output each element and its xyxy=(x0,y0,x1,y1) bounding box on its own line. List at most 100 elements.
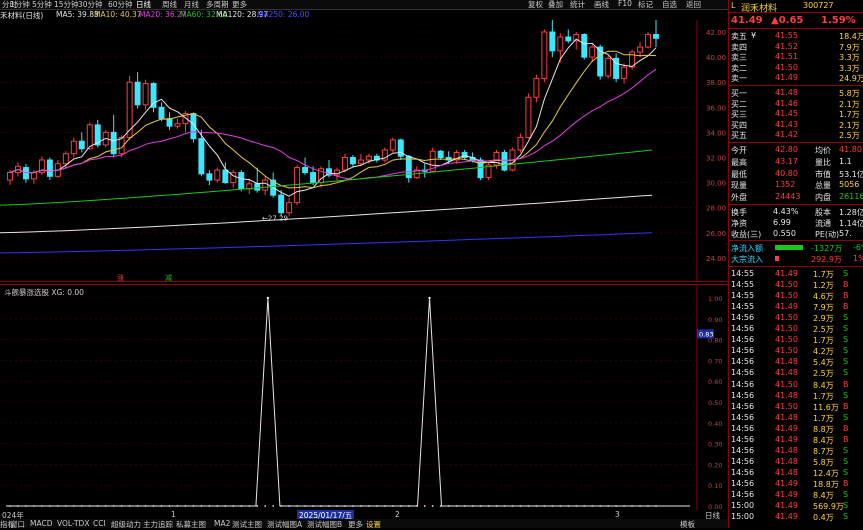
osc-tick-1: 0.90 xyxy=(708,316,722,324)
buy-price-3: 41.43 xyxy=(775,119,798,129)
bottom-tab-7[interactable]: 私募主图 xyxy=(176,519,206,530)
xg-dot xyxy=(399,505,402,507)
tick-vol: 0.4万 xyxy=(813,513,834,523)
candle xyxy=(565,29,572,44)
bottom-tab-12[interactable]: 更多 xyxy=(348,519,363,530)
flow-value-1: 292.9万 xyxy=(811,255,842,264)
bottom-tab-11[interactable]: 测试幅图B xyxy=(307,519,342,530)
quote-row: 卖五 ¥41.55 18.4万 xyxy=(729,31,863,41)
xg-dot xyxy=(200,505,203,507)
tool-4[interactable]: F10 xyxy=(618,0,632,8)
stat-label2-2: 市值 xyxy=(815,169,831,179)
xg-dot xyxy=(256,505,259,507)
tool-1[interactable]: 叠加 xyxy=(548,0,563,10)
period-tab-10[interactable]: 更多 xyxy=(232,0,247,10)
stat2-value2-2: 57. xyxy=(839,228,852,238)
xg-dot xyxy=(216,505,219,507)
bottom-tab-10[interactable]: 测试幅图A xyxy=(267,519,302,530)
tool-3[interactable]: 画线 xyxy=(594,0,609,10)
tick-time: 14:56 xyxy=(731,379,755,389)
quote-row: 买三 41.45 1.7万 xyxy=(729,109,863,119)
oscillator-chart[interactable]: 1.000.900.800.700.600.500.400.300.200.10… xyxy=(0,284,728,510)
tick-side: S xyxy=(843,346,849,356)
tick-price: 41.48 xyxy=(775,456,798,466)
ma10-line xyxy=(9,50,657,189)
bottom-tab-9[interactable]: 测试主图 xyxy=(232,519,262,530)
period-tab-9[interactable]: 多周期 xyxy=(206,0,229,10)
xg-dot xyxy=(40,505,43,507)
tab-template[interactable]: 模板 xyxy=(680,519,695,530)
bottom-tab-13[interactable]: 设置 xyxy=(366,519,381,530)
tick-vol: 1.7万 xyxy=(813,336,834,346)
tool-5[interactable]: 标记 xyxy=(638,0,653,10)
xg-dot xyxy=(591,505,594,507)
tool-2[interactable]: 统计 xyxy=(570,0,585,10)
tick-price: 41.48 xyxy=(775,445,798,455)
bottom-tab-8[interactable]: MA2 xyxy=(214,519,230,528)
period-tab-2[interactable]: 5分钟 xyxy=(32,0,52,10)
candle xyxy=(158,102,165,122)
xg-dot xyxy=(192,505,195,507)
xg-dot xyxy=(184,505,187,507)
tool-7[interactable]: 返回 xyxy=(686,0,701,10)
tick-time: 14:56 xyxy=(731,478,755,488)
tick-time: 14:56 xyxy=(731,445,755,455)
osc-tick-4: 0.60 xyxy=(708,378,722,386)
tick-price: 41.48 xyxy=(775,467,798,477)
period-tab-8[interactable]: 月线 xyxy=(184,0,199,10)
candle xyxy=(238,170,245,192)
tick-time: 14:56 xyxy=(731,346,755,356)
tick-time: 14:55 xyxy=(731,291,755,301)
quote-row: 最高 43.17 量比 1.1 xyxy=(729,157,863,167)
tick-time: 14:56 xyxy=(731,390,755,400)
candle xyxy=(485,162,492,181)
tick-side: S xyxy=(843,490,849,499)
xg-dot xyxy=(599,505,602,507)
tick-price: 41.49 xyxy=(775,478,798,488)
quote-row: 14:56 41.49 8.4万 S xyxy=(729,490,863,500)
tab-daily[interactable]: 日线 xyxy=(705,510,720,521)
candle xyxy=(78,132,85,153)
period-tab-6[interactable]: 日线 xyxy=(136,0,151,10)
tick-vol: 1.7万 xyxy=(813,270,834,279)
xg-dot xyxy=(240,505,243,507)
bottom-tab-4[interactable]: CCI xyxy=(93,519,106,528)
tool-6[interactable]: 自选 xyxy=(662,0,677,10)
bottom-tab-3[interactable]: VOL-TDX xyxy=(57,519,89,528)
quote-row: 15:00 41.49 0.4万 S xyxy=(729,512,863,522)
candle xyxy=(605,55,612,79)
xg-signal-line xyxy=(6,297,690,507)
tick-price: 41.50 xyxy=(775,346,798,356)
period-tab-3[interactable]: 15分钟 xyxy=(54,0,79,10)
xg-dot xyxy=(391,505,394,507)
bottom-tab-5[interactable]: 超级动力 xyxy=(111,519,141,530)
stat-label-1: 最高 xyxy=(731,157,747,167)
period-tab-4[interactable]: 30分钟 xyxy=(78,0,103,10)
period-tab-5[interactable]: 60分钟 xyxy=(108,0,133,10)
xg-peak xyxy=(266,296,270,300)
candle xyxy=(461,149,468,161)
buy-vol-3: 2.1万 xyxy=(839,120,860,130)
xg-dot xyxy=(152,505,155,507)
quote-row: 41.49 ▲0.65 1.59% xyxy=(729,15,863,26)
bottom-tab-1[interactable]: 窗口 xyxy=(10,519,25,530)
quote-row: 14:56 41.49 8.4万 B xyxy=(729,435,863,445)
candle xyxy=(230,170,237,188)
tool-0[interactable]: 复权 xyxy=(528,0,543,10)
buy-price-2: 41.45 xyxy=(775,109,798,119)
price-tick-7: 28.00 xyxy=(706,205,726,213)
bottom-tab-6[interactable]: 主力追踪 xyxy=(143,519,173,530)
l-icon: L xyxy=(731,1,736,10)
price-tick-8: 26.00 xyxy=(706,230,726,238)
kline-chart[interactable]: 42.00 40.00 38.00 36.00 34.00 32.00 30.00 28.00… xyxy=(0,20,728,282)
buy-price-0: 41.48 xyxy=(775,88,798,97)
sell-price-1: 41.52 xyxy=(775,41,798,51)
date-tick-1: 1 xyxy=(171,510,176,519)
quote-row: 14:56 41.50 8.4万 B xyxy=(729,380,863,390)
bottom-tab-2[interactable]: MACD xyxy=(30,519,52,528)
period-tab-1[interactable]: 1分钟 xyxy=(10,0,30,10)
xg-dot xyxy=(551,505,554,507)
candle xyxy=(142,79,149,110)
period-tab-7[interactable]: 周线 xyxy=(162,0,177,10)
tick-time: 14:56 xyxy=(731,401,755,411)
